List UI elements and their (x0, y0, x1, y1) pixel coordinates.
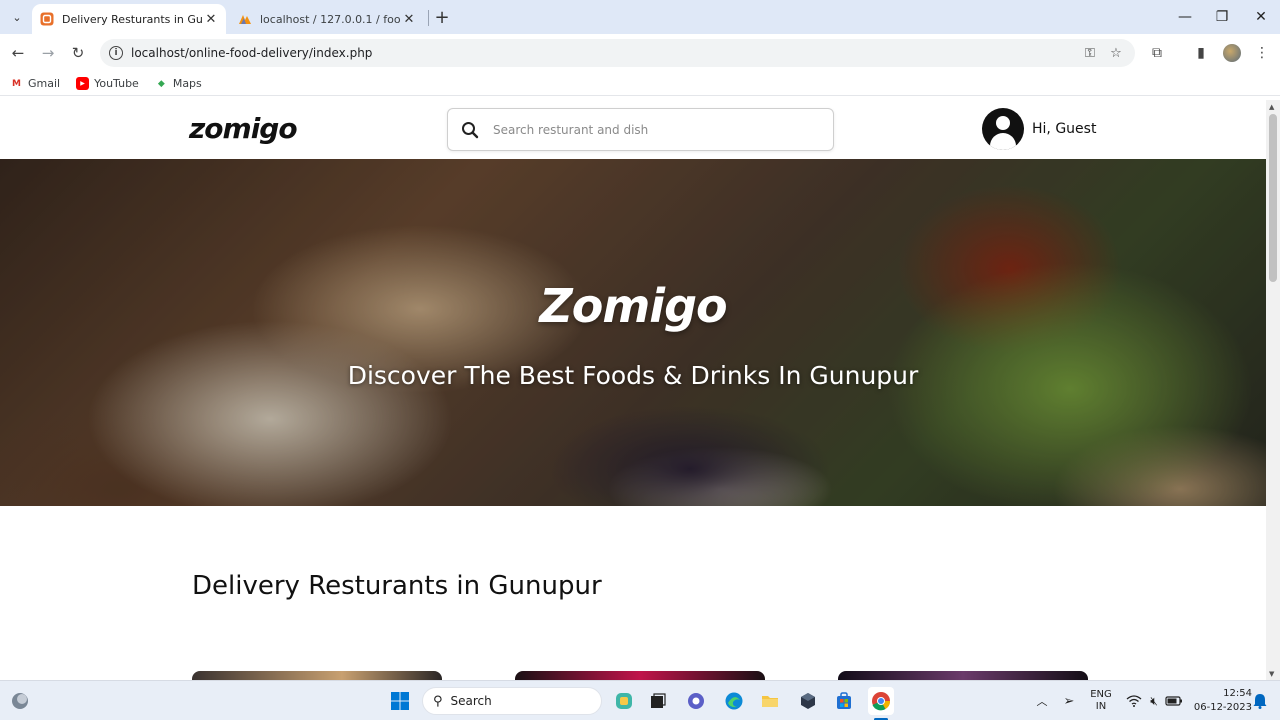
bookmark-label: Gmail (28, 77, 61, 90)
microsoft-store-icon[interactable] (832, 689, 856, 713)
user-greeting: Hi, Guest (1032, 121, 1097, 137)
scroll-up-arrow-icon[interactable]: ▲ (1269, 103, 1274, 111)
bookmark-label: Maps (172, 77, 202, 90)
tab-close-icon[interactable]: ✕ (400, 10, 418, 28)
restaurant-card[interactable] (192, 671, 442, 680)
app-cube-icon[interactable] (796, 689, 820, 713)
bookmark-star-icon[interactable]: ☆ (1103, 46, 1129, 61)
gmail-icon: M (12, 78, 21, 89)
maps-icon: ◆ (157, 78, 165, 89)
search-icon: ⚲ (433, 693, 443, 709)
battery-icon[interactable] (1162, 689, 1186, 713)
tab-delivery-restaurants[interactable]: Delivery Resturants in Gunupur ✕ (32, 4, 226, 34)
close-window-icon[interactable]: ✕ (1243, 4, 1279, 30)
bookmark-gmail[interactable]: M Gmail (10, 77, 60, 90)
clock-date: 06-12-2023 (1193, 702, 1252, 713)
bookmark-maps[interactable]: ◆ Maps (155, 77, 202, 90)
address-bar[interactable]: i localhost/online-food-delivery/index.p… (100, 39, 1135, 67)
region-code: IN (1095, 701, 1107, 712)
back-arrow-icon[interactable]: ← (7, 42, 29, 64)
hero-banner: Zomigo Discover The Best Foods & Drinks … (0, 159, 1266, 506)
hero-tagline: Discover The Best Foods & Drinks In Gunu… (347, 361, 919, 390)
tab-close-icon[interactable]: ✕ (202, 10, 220, 28)
tab-separator (428, 10, 429, 26)
tab-title: Delivery Resturants in Gunupur (62, 12, 202, 26)
site-info-icon[interactable]: i (109, 46, 123, 60)
chrome-browser-icon[interactable] (868, 687, 894, 715)
side-panel-icon[interactable]: ▮ (1191, 43, 1211, 63)
forward-arrow-icon[interactable]: → (37, 42, 59, 64)
language-code: ENG (1090, 689, 1112, 700)
site-search-input[interactable] (493, 122, 793, 137)
taskbar-search-label: Search (450, 694, 492, 708)
taskbar-search[interactable]: ⚲ Search (422, 687, 602, 715)
teams-chat-icon[interactable] (684, 689, 708, 713)
browser-tab-strip: ⌄ Delivery Resturants in Gunupur ✕ local… (0, 0, 1280, 34)
minimize-icon[interactable]: — (1167, 4, 1203, 30)
zomigo-favicon-icon (40, 12, 54, 26)
tab-title: localhost / 127.0.0.1 / food_deli (260, 12, 400, 26)
phpmyadmin-favicon-icon (239, 15, 251, 24)
reload-icon[interactable]: ↻ (67, 42, 89, 64)
restaurant-card[interactable] (515, 671, 765, 680)
copilot-app-icon[interactable] (612, 689, 636, 713)
site-search-box[interactable] (447, 108, 834, 151)
edge-browser-icon[interactable] (722, 689, 746, 713)
page-scrollbar[interactable]: ▲ ▼ (1266, 100, 1280, 680)
site-logo[interactable]: zomigo (189, 112, 298, 145)
windows-start-icon[interactable] (388, 689, 412, 713)
bookmark-label: YouTube (94, 77, 139, 90)
site-header: zomigo Hi, Guest (0, 100, 1266, 159)
restaurant-card[interactable] (838, 671, 1088, 680)
bookmark-youtube[interactable]: ▶ YouTube (76, 77, 139, 90)
tab-search-chevron-icon[interactable]: ⌄ (6, 6, 28, 28)
address-url[interactable]: localhost/online-food-delivery/index.php (131, 46, 1077, 60)
language-indicator[interactable]: ENG IN (1086, 689, 1116, 713)
windows-taskbar: ⚲ Search ︿ ➢ ENG IN 🔇︎ 12:54 06-12-2023 (0, 680, 1280, 720)
widgets-weather-icon[interactable] (8, 689, 32, 713)
notification-bell-icon[interactable] (1248, 689, 1272, 713)
extensions-puzzle-icon[interactable]: ⧉ (1147, 43, 1167, 63)
search-icon (462, 121, 479, 138)
more-menu-icon[interactable]: ⋮ (1252, 43, 1272, 63)
hero-title: Zomigo (539, 279, 727, 333)
profile-avatar-icon[interactable] (1222, 43, 1242, 63)
section-heading: Delivery Resturants in Gunupur (192, 571, 602, 601)
scrollbar-thumb[interactable] (1269, 114, 1277, 282)
clock[interactable]: 12:54 06-12-2023 (1188, 688, 1252, 714)
tab-phpmyadmin[interactable]: localhost / 127.0.0.1 / food_deli ✕ (230, 4, 424, 34)
location-arrow-icon[interactable]: ➢ (1057, 689, 1081, 713)
youtube-icon: ▶ (76, 77, 90, 90)
tray-overflow-chevron-icon[interactable]: ︿ (1030, 689, 1054, 713)
page-viewport: zomigo Hi, Guest Zomigo Discover The Bes… (0, 100, 1266, 680)
restore-icon[interactable]: ❐ (1204, 4, 1240, 30)
bookmarks-bar: M Gmail ▶ YouTube ◆ Maps (0, 72, 1280, 96)
new-tab-plus-icon[interactable]: + (432, 7, 452, 28)
browser-toolbar: ← → ↻ i localhost/online-food-delivery/i… (0, 34, 1280, 72)
clock-time: 12:54 (1223, 688, 1252, 699)
user-account-icon[interactable] (982, 108, 1024, 150)
file-explorer-icon[interactable] (758, 689, 782, 713)
task-view-icon[interactable] (646, 689, 670, 713)
scroll-down-arrow-icon[interactable]: ▼ (1269, 670, 1274, 678)
user-menu[interactable]: Hi, Guest (982, 108, 1096, 150)
password-key-icon[interactable]: ⚿ (1077, 46, 1103, 61)
